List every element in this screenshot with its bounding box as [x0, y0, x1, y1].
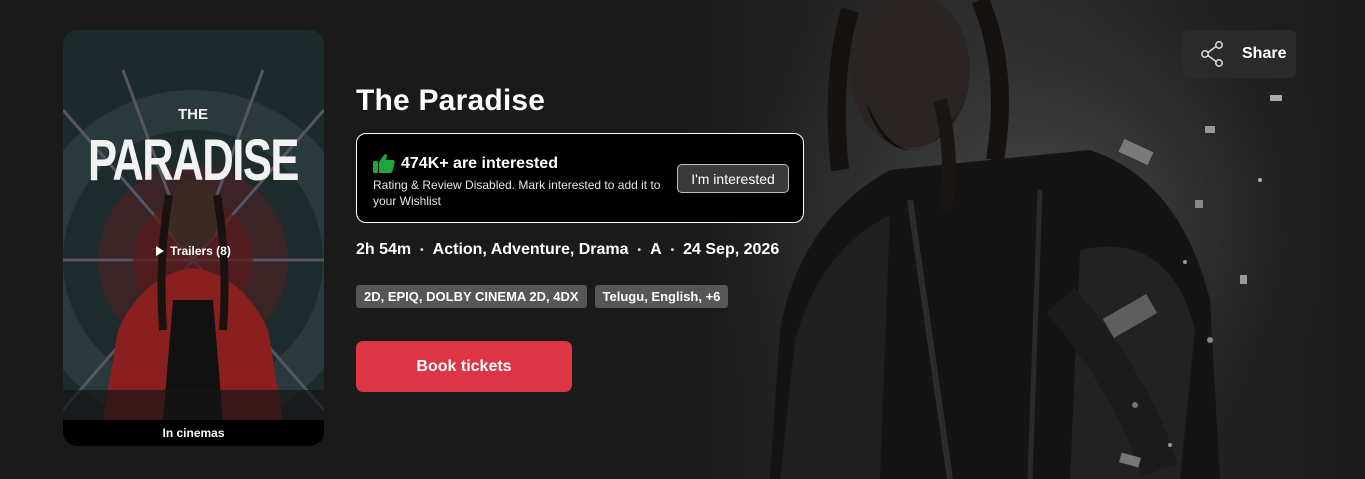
- interest-panel: 474K+ are interested Rating & Review Dis…: [356, 133, 804, 223]
- im-interested-button[interactable]: I'm interested: [677, 164, 789, 193]
- trailers-button[interactable]: Trailers (8): [63, 244, 324, 258]
- poster-title-small: THE: [178, 106, 208, 123]
- share-icon: [1201, 41, 1223, 67]
- movie-poster[interactable]: THE PARADISE Trailers (8) In cinemas: [63, 30, 324, 446]
- meta-separator: •: [420, 244, 424, 256]
- movie-tags: 2D, EPIQ, DOLBY CINEMA 2D, 4DX Telugu, E…: [356, 285, 729, 308]
- movie-certificate: A: [650, 241, 662, 258]
- movie-meta-row: 2h 54m • Action, Adventure, Drama • A • …: [356, 241, 779, 259]
- movie-genres: Action, Adventure, Drama: [432, 241, 629, 258]
- share-button[interactable]: Share: [1182, 30, 1296, 78]
- interest-count: 474K+ are interested: [401, 155, 558, 172]
- movie-hero-banner: 3f: [0, 0, 1365, 479]
- play-icon: [156, 246, 165, 256]
- poster-title-main: PARADISE: [88, 128, 298, 193]
- poster-status-footer: In cinemas: [63, 420, 324, 446]
- movie-title: The Paradise: [356, 84, 546, 117]
- trailers-label: Trailers (8): [170, 244, 231, 258]
- language-tag: Telugu, English, +6: [594, 285, 729, 308]
- interest-description: Rating & Review Disabled. Mark intereste…: [373, 178, 661, 208]
- share-label: Share: [1242, 45, 1287, 62]
- book-tickets-button[interactable]: Book tickets: [356, 341, 572, 392]
- format-tag: 2D, EPIQ, DOLBY CINEMA 2D, 4DX: [356, 285, 587, 308]
- meta-separator: •: [670, 244, 675, 256]
- meta-separator: •: [637, 244, 642, 256]
- movie-release-date: 24 Sep, 2026: [683, 241, 780, 258]
- poster-artwork: THE PARADISE: [63, 30, 324, 446]
- movie-duration: 2h 54m: [356, 241, 412, 258]
- thumbs-up-icon: [373, 154, 395, 173]
